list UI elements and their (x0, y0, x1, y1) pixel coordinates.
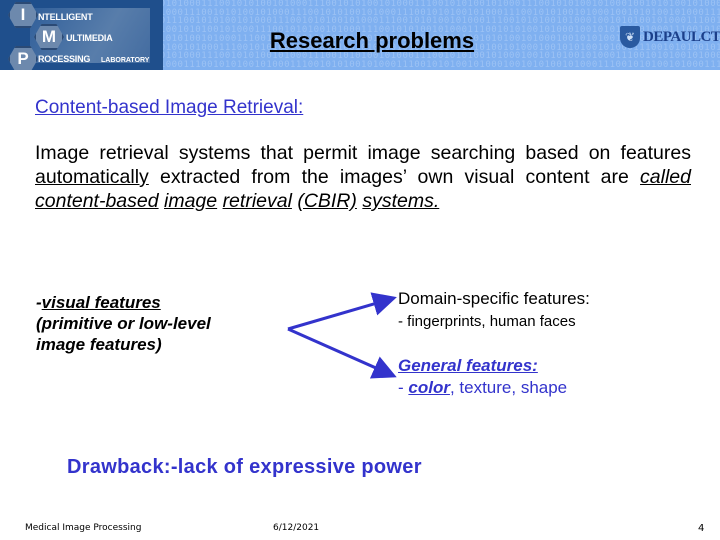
section-heading: Content-based Image Retrieval: (35, 97, 304, 118)
general-features-title: General features: (398, 356, 538, 375)
logo-word-processing: ROCESSING (38, 54, 91, 64)
cbir-definition: Image retrieval systems that permit imag… (35, 141, 691, 213)
para-italic-word: (CBIR) (297, 190, 357, 212)
slide-title: Research problems (269, 28, 475, 53)
footer-course-title: Medical Image Processing (25, 523, 142, 533)
domain-specific-title: Domain-specific features: (398, 289, 590, 308)
arrow-to-domain-specific (287, 292, 397, 331)
drawback-text: Drawback:-lack of expressive power (67, 456, 422, 478)
logo-word-laboratory: LABORATORY (101, 57, 150, 64)
para-italic-word: image (164, 190, 218, 212)
para-italic-word: retrieval (222, 190, 292, 212)
visual-features-title: visual features (41, 293, 161, 312)
para-italic-word: called (640, 166, 691, 188)
logo-word-intelligent: NTELLIGENT (38, 12, 93, 22)
depaul-cti-logo: ❦ DEPAULCTI (620, 26, 720, 48)
footer-date: 6/12/2021 (273, 523, 320, 533)
header-band: 1001010100101000111001010100101000111001… (0, 0, 720, 70)
para-italic-word: content-based (35, 190, 159, 212)
shield-icon: ❦ (620, 26, 640, 48)
visual-features-line3: image features) (36, 335, 162, 354)
domain-specific-items: - fingerprints, human faces (398, 313, 576, 330)
visual-features-block: -visual features (primitive or low-level… (36, 292, 211, 355)
para-text-2: extracted from the images’ own visual co… (148, 166, 641, 188)
para-italic-word: systems. (362, 190, 440, 212)
footer-page-number: 4 (698, 523, 705, 534)
depaul-cti-text: DEPAULCTI (643, 28, 720, 45)
general-features-items: - color, texture, shape (398, 378, 568, 397)
para-text-1: Image retrieval systems that permit imag… (35, 142, 691, 164)
arrow-to-general (287, 327, 397, 379)
para-emph-automatically: automatically (35, 166, 149, 188)
color-word: color (408, 378, 450, 397)
visual-features-line2: (primitive or low-level (36, 314, 211, 333)
